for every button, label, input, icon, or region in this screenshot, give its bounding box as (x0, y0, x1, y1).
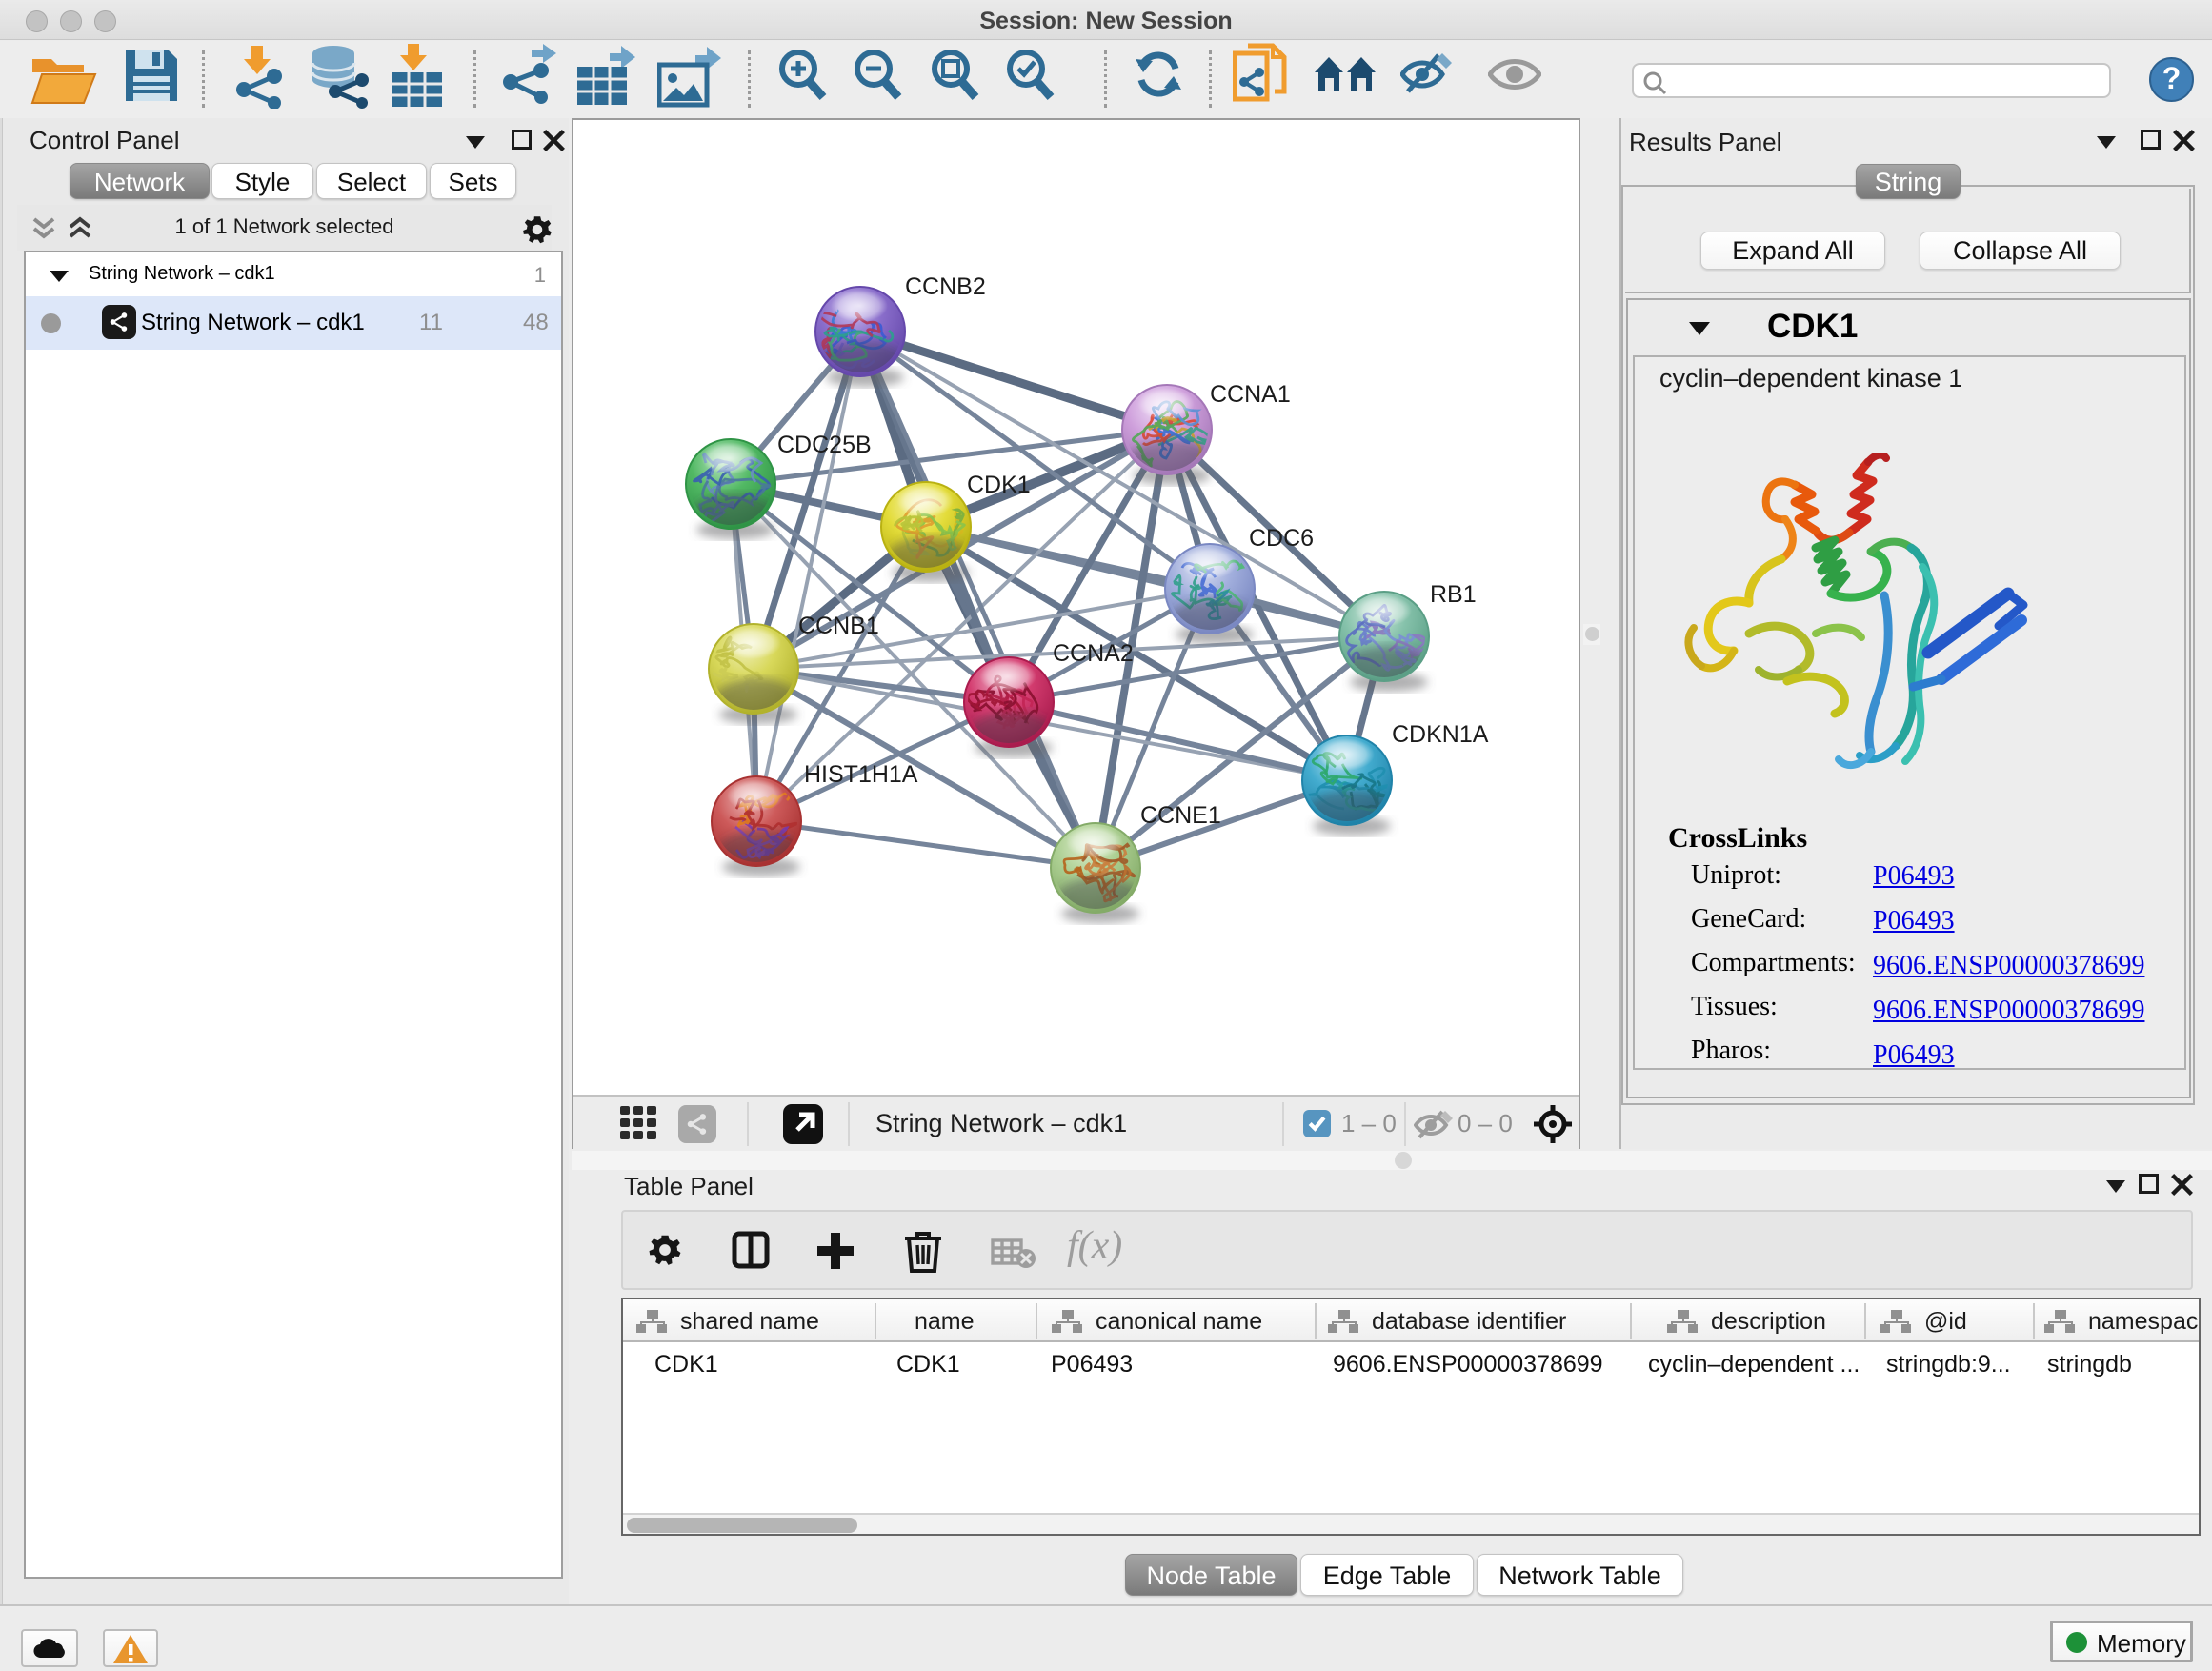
svg-text:CDC6: CDC6 (1249, 525, 1314, 552)
svg-text:CCNA1: CCNA1 (1210, 381, 1291, 408)
svg-text:HIST1H1A: HIST1H1A (804, 761, 918, 788)
svg-text:RB1: RB1 (1430, 581, 1477, 608)
svg-text:CCNA2: CCNA2 (1053, 640, 1134, 667)
svg-text:CCNB2: CCNB2 (905, 273, 986, 300)
svg-text:CDKN1A: CDKN1A (1392, 721, 1489, 748)
svg-text:CCNB1: CCNB1 (798, 613, 879, 639)
svg-text:CDK1: CDK1 (967, 472, 1031, 498)
svg-text:CCNE1: CCNE1 (1140, 802, 1221, 829)
svg-text:CDC25B: CDC25B (777, 432, 872, 458)
